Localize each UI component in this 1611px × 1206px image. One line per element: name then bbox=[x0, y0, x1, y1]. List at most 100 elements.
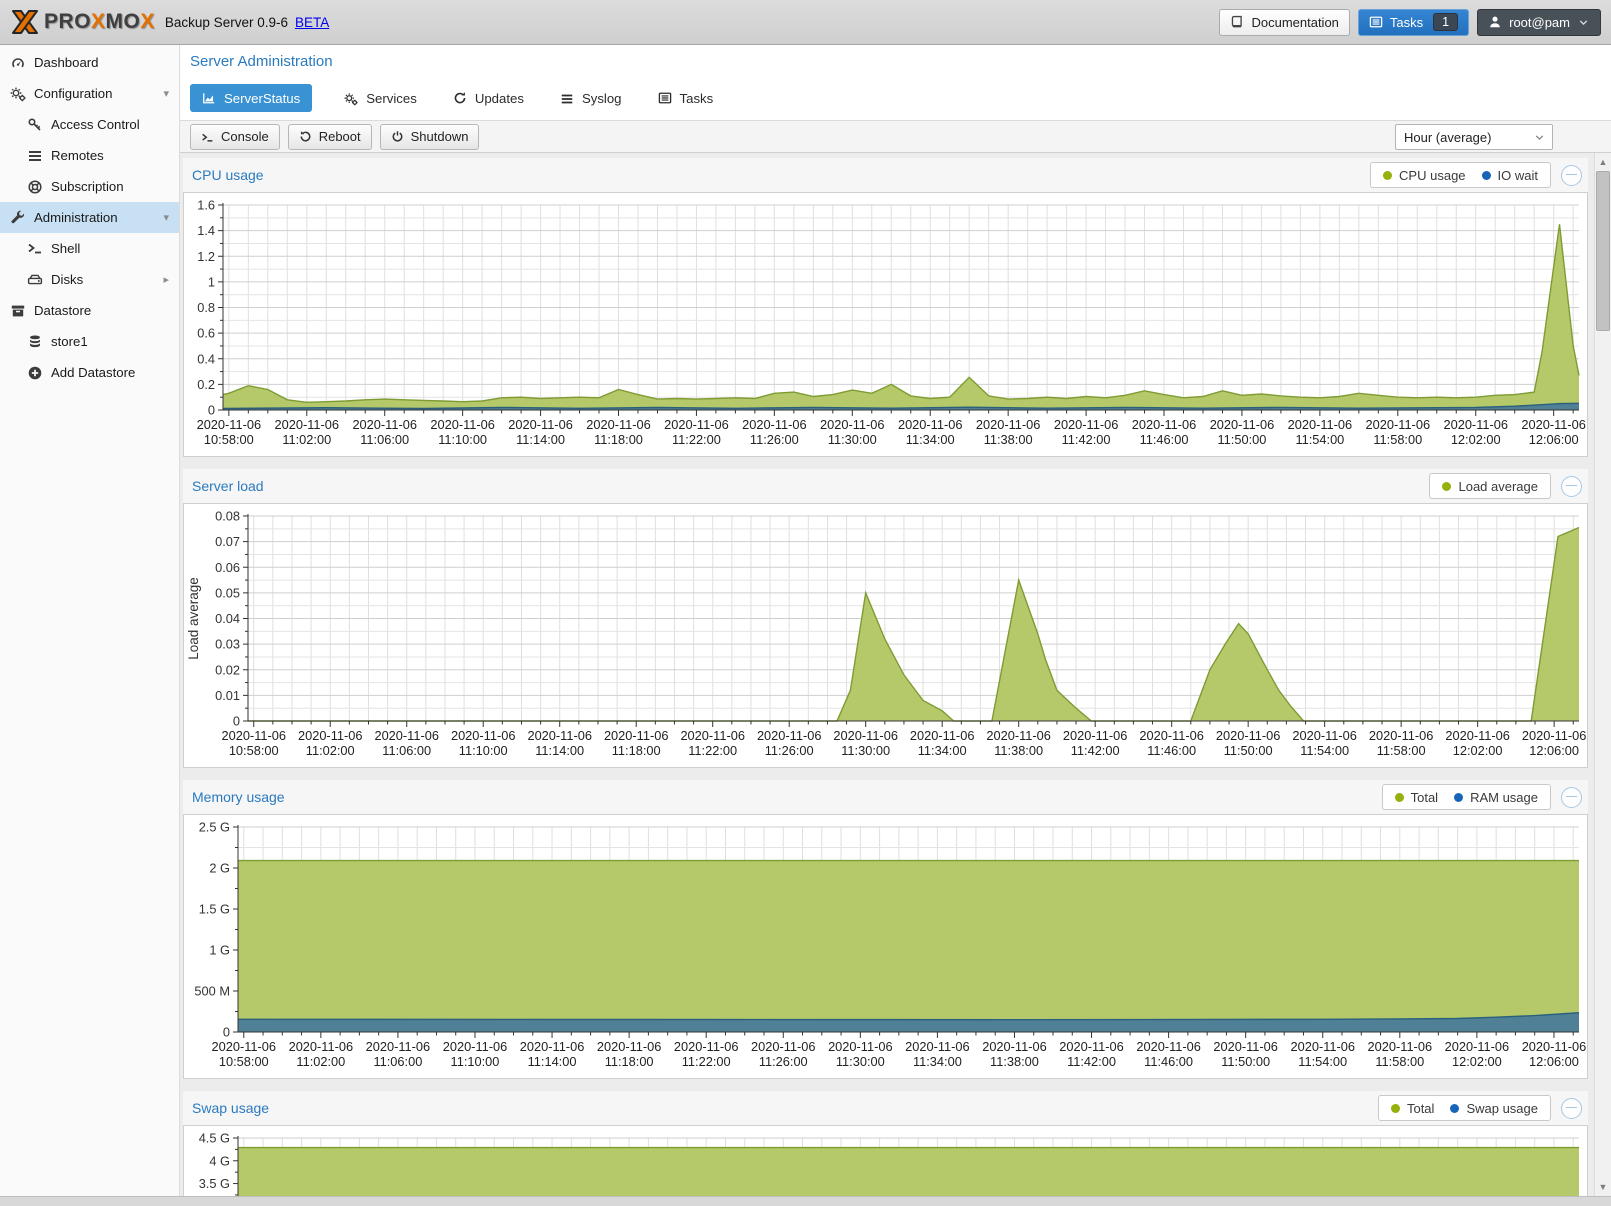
shutdown-label: Shutdown bbox=[411, 129, 469, 144]
collapse-panel-button[interactable] bbox=[1561, 1098, 1582, 1119]
sidebar-item-access-control[interactable]: Access Control bbox=[0, 109, 179, 140]
sidebar-item-dashboard[interactable]: Dashboard bbox=[0, 47, 179, 78]
svg-text:2020-11-06: 2020-11-06 bbox=[1522, 1039, 1587, 1054]
reboot-button[interactable]: Reboot bbox=[288, 124, 372, 150]
chart-title: CPU usage bbox=[192, 167, 264, 183]
tab-tasks[interactable]: Tasks bbox=[654, 84, 718, 112]
svg-text:2020-11-06: 2020-11-06 bbox=[1139, 728, 1204, 743]
scrollbar-thumb[interactable] bbox=[1596, 171, 1610, 331]
svg-text:0.8: 0.8 bbox=[197, 300, 215, 315]
tab-label: Services bbox=[366, 91, 417, 106]
sidebar-item-datastore[interactable]: Datastore bbox=[0, 295, 179, 326]
chart-panel-header: Swap usageTotalSwap usage bbox=[183, 1091, 1588, 1125]
svg-text:2020-11-06: 2020-11-06 bbox=[1369, 728, 1434, 743]
tasks-button[interactable]: Tasks 1 bbox=[1358, 9, 1469, 36]
svg-text:500 M: 500 M bbox=[194, 984, 230, 999]
svg-text:11:50:00: 11:50:00 bbox=[1218, 432, 1267, 447]
sidebar-item-label: Access Control bbox=[51, 117, 140, 132]
svg-text:10:58:00: 10:58:00 bbox=[204, 432, 254, 447]
documentation-button[interactable]: Documentation bbox=[1219, 9, 1349, 36]
svg-text:2020-11-06: 2020-11-06 bbox=[1213, 1039, 1278, 1054]
chart-body: 00.010.020.030.040.050.060.070.082020-11… bbox=[183, 503, 1588, 768]
tab-syslog[interactable]: Syslog bbox=[556, 84, 626, 112]
svg-text:11:38:00: 11:38:00 bbox=[984, 432, 1033, 447]
page-title: Server Administration bbox=[190, 53, 333, 70]
tab-updates[interactable]: Updates bbox=[449, 84, 528, 112]
svg-text:0.08: 0.08 bbox=[215, 509, 240, 524]
user-icon bbox=[1488, 15, 1502, 29]
time-range-value: Hour (average) bbox=[1404, 130, 1491, 145]
console-label: Console bbox=[221, 129, 269, 144]
svg-text:11:26:00: 11:26:00 bbox=[750, 432, 799, 447]
product-title: Backup Server 0.9-6 bbox=[165, 15, 288, 30]
collapse-panel-button[interactable] bbox=[1561, 787, 1582, 808]
tab-label: Updates bbox=[475, 91, 524, 106]
svg-text:2020-11-06: 2020-11-06 bbox=[910, 728, 975, 743]
legend-item: Load average bbox=[1442, 479, 1538, 494]
svg-text:11:10:00: 11:10:00 bbox=[438, 432, 487, 447]
svg-text:0.01: 0.01 bbox=[215, 688, 240, 703]
scrollbar-down-arrow[interactable]: ▼ bbox=[1595, 1179, 1611, 1195]
sidebar-item-configuration[interactable]: Configuration▾ bbox=[0, 78, 179, 109]
sidebar-item-shell[interactable]: Shell bbox=[0, 233, 179, 264]
svg-text:11:30:00: 11:30:00 bbox=[841, 743, 890, 758]
bottom-strip bbox=[0, 1196, 1611, 1206]
svg-text:2020-11-06: 2020-11-06 bbox=[976, 417, 1041, 432]
list-icon bbox=[560, 91, 574, 105]
chart-plot: 00.010.020.030.040.050.060.070.082020-11… bbox=[184, 504, 1587, 767]
legend-dot-icon bbox=[1450, 1104, 1459, 1113]
svg-text:12:06:00: 12:06:00 bbox=[1529, 1054, 1579, 1069]
svg-text:1: 1 bbox=[208, 274, 215, 289]
svg-text:11:10:00: 11:10:00 bbox=[459, 743, 508, 758]
svg-text:2020-11-06: 2020-11-06 bbox=[1210, 417, 1275, 432]
chevron-right-icon: ▸ bbox=[163, 273, 169, 286]
svg-text:2020-11-06: 2020-11-06 bbox=[1288, 417, 1353, 432]
chart-title: Swap usage bbox=[192, 1100, 269, 1116]
wrench-icon bbox=[10, 210, 26, 226]
time-range-select[interactable]: Hour (average) bbox=[1395, 124, 1553, 150]
svg-text:11:22:00: 11:22:00 bbox=[682, 1054, 731, 1069]
svg-text:0.6: 0.6 bbox=[197, 326, 215, 341]
chart-title: Memory usage bbox=[192, 789, 285, 805]
tab-services[interactable]: Services bbox=[340, 84, 421, 112]
svg-text:2020-11-06: 2020-11-06 bbox=[680, 728, 745, 743]
legend-label: Total bbox=[1411, 790, 1438, 805]
svg-text:1.5 G: 1.5 G bbox=[199, 902, 230, 917]
chart-panel-header: Memory usageTotalRAM usage bbox=[183, 780, 1588, 814]
sidebar-item-store1[interactable]: store1 bbox=[0, 326, 179, 357]
svg-text:11:50:00: 11:50:00 bbox=[1224, 743, 1273, 758]
svg-text:2020-11-06: 2020-11-06 bbox=[1132, 417, 1197, 432]
svg-text:2020-11-06: 2020-11-06 bbox=[1368, 1039, 1433, 1054]
undo-icon bbox=[299, 130, 312, 143]
svg-text:2020-11-06: 2020-11-06 bbox=[197, 417, 262, 432]
svg-text:11:42:00: 11:42:00 bbox=[1062, 432, 1111, 447]
tab-serverstatus[interactable]: ServerStatus bbox=[190, 84, 312, 112]
sidebar-item-label: Subscription bbox=[51, 179, 124, 194]
shutdown-button[interactable]: Shutdown bbox=[380, 124, 480, 150]
chart-panel-header: CPU usageCPU usageIO wait bbox=[183, 158, 1588, 192]
beta-link[interactable]: BETA bbox=[295, 15, 329, 30]
svg-text:0.04: 0.04 bbox=[215, 611, 240, 626]
svg-text:0: 0 bbox=[233, 714, 240, 729]
sidebar-item-disks[interactable]: Disks▸ bbox=[0, 264, 179, 295]
console-button[interactable]: Console bbox=[190, 124, 280, 150]
tab-label: Tasks bbox=[680, 91, 714, 106]
scrollbar-up-arrow[interactable]: ▲ bbox=[1595, 154, 1611, 170]
sidebar-item-add-datastore[interactable]: Add Datastore bbox=[0, 357, 179, 388]
legend-dot-icon bbox=[1395, 793, 1404, 802]
user-menu-button[interactable]: root@pam bbox=[1477, 9, 1601, 36]
sidebar-item-subscription[interactable]: Subscription bbox=[0, 171, 179, 202]
reboot-label: Reboot bbox=[319, 129, 361, 144]
vertical-scrollbar[interactable]: ▲ ▼ bbox=[1594, 153, 1611, 1196]
sidebar-item-administration[interactable]: Administration▾ bbox=[0, 202, 179, 233]
svg-text:2020-11-06: 2020-11-06 bbox=[664, 417, 729, 432]
collapse-panel-button[interactable] bbox=[1561, 165, 1582, 186]
collapse-panel-button[interactable] bbox=[1561, 476, 1582, 497]
svg-text:11:18:00: 11:18:00 bbox=[612, 743, 661, 758]
svg-text:11:54:00: 11:54:00 bbox=[1298, 1054, 1347, 1069]
sidebar-item-remotes[interactable]: Remotes bbox=[0, 140, 179, 171]
svg-text:2020-11-06: 2020-11-06 bbox=[275, 417, 340, 432]
svg-text:12:06:00: 12:06:00 bbox=[1529, 432, 1579, 447]
svg-text:11:18:00: 11:18:00 bbox=[594, 432, 643, 447]
svg-text:2020-11-06: 2020-11-06 bbox=[1445, 1039, 1510, 1054]
